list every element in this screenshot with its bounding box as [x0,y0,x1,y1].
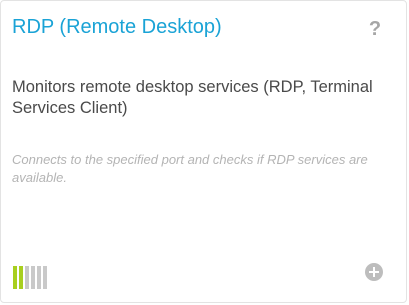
sensor-card[interactable]: RDP (Remote Desktop) ? Monitors remote d… [0,0,407,303]
level-bar [31,266,35,289]
card-title[interactable]: RDP (Remote Desktop) [12,15,222,39]
plus-circle-icon[interactable] [365,263,383,281]
card-description: Monitors remote desktop services (RDP, T… [12,78,373,117]
level-indicator [13,266,47,289]
level-bar [37,266,41,289]
level-bar [43,266,47,289]
card-note: Connects to the specified port and check… [12,152,368,185]
level-bar [25,266,29,289]
level-bar [19,266,23,289]
level-bar [13,266,17,289]
question-mark-icon[interactable]: ? [365,17,385,41]
